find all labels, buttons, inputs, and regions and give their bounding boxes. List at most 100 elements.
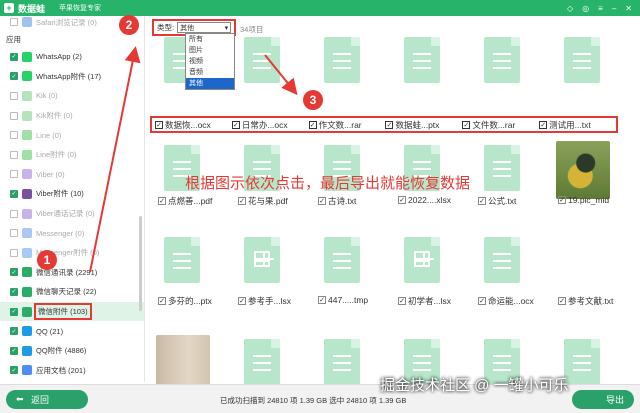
export-button[interactable]: 导出	[572, 390, 634, 409]
dropdown-option[interactable]: 所有	[186, 34, 234, 45]
sidebar-item[interactable]: Line (0)	[0, 125, 144, 145]
file-tile[interactable]	[554, 141, 612, 203]
checkbox[interactable]: ✓	[385, 120, 394, 129]
file-tile[interactable]	[554, 33, 612, 95]
minimize-icon[interactable]: –	[612, 4, 616, 13]
checkbox[interactable]: ✓	[398, 297, 406, 305]
checkbox[interactable]: ✓	[398, 196, 406, 204]
file-item[interactable]: ✓ 文件数...rar	[462, 119, 539, 131]
checkbox[interactable]: ✓	[308, 120, 317, 129]
checkbox[interactable]: ✓	[231, 120, 240, 129]
file-tile[interactable]	[474, 233, 532, 295]
file-tile[interactable]	[234, 33, 292, 95]
dropdown-option[interactable]: 音频	[186, 67, 234, 78]
dropdown-option[interactable]: 图片	[186, 45, 234, 56]
menu-icon[interactable]: ≡	[598, 4, 603, 13]
dropdown-option[interactable]: 视频	[186, 56, 234, 67]
file-item[interactable]: ✓ 数据恢...ocx	[155, 119, 232, 131]
file-caption[interactable]: ✓ 命运能...ocx	[478, 295, 534, 307]
sidebar-item[interactable]: Line附件 (0)	[0, 145, 144, 165]
checkbox[interactable]: ✓	[558, 196, 566, 204]
file-caption[interactable]: ✓ 花与果.pdf	[238, 195, 288, 207]
file-item[interactable]: ✓ 日常办...ocx	[231, 119, 309, 131]
type-select[interactable]: 其他 ▾	[177, 22, 232, 33]
file-tile[interactable]	[314, 233, 372, 295]
logo-mark-icon: +	[4, 3, 14, 13]
file-caption[interactable]: ✓ 点燃善...pdf	[158, 195, 212, 207]
checkbox[interactable]: ✓	[10, 346, 18, 355]
sidebar-item[interactable]: Viber (0)	[0, 165, 144, 185]
sidebar-item[interactable]: Kik附件 (0)	[0, 106, 144, 126]
checkbox[interactable]: ✓	[539, 120, 548, 129]
sidebar-item[interactable]: ✓ 微信聊天记录 (22)	[0, 282, 144, 302]
sidebar-item[interactable]: ✓ WhatsApp附件 (17)	[0, 67, 144, 87]
sidebar-item[interactable]: Kik (0)	[0, 86, 144, 106]
checkbox[interactable]: ✓	[10, 189, 18, 198]
checkbox[interactable]: ✓	[10, 307, 18, 316]
checkbox[interactable]	[10, 170, 18, 179]
file-caption[interactable]: ✓ 19.pic_mid	[558, 195, 609, 205]
checkbox[interactable]: ✓	[318, 296, 326, 304]
sidebar-item[interactable]: ✓ WhatsApp (2)	[0, 47, 144, 67]
checkbox[interactable]: ✓	[10, 52, 18, 61]
checkbox[interactable]: ✓	[318, 197, 326, 205]
file-tile[interactable]	[474, 33, 532, 95]
dropdown-option[interactable]: 其他	[186, 78, 234, 89]
checkbox[interactable]: ✓	[158, 197, 166, 205]
file-tile[interactable]	[234, 233, 292, 295]
sidebar-item[interactable]: ✓ 微信通讯录 (2291)	[0, 263, 144, 283]
app-name: 数据蛙	[18, 3, 46, 14]
file-name: 公式.txt	[488, 196, 517, 206]
file-caption[interactable]: ✓ 多芬的...ptx	[158, 295, 212, 307]
sidebar-item[interactable]: Messenger附件 (0)	[0, 243, 144, 263]
checkbox[interactable]: ✓	[10, 366, 18, 375]
checkbox[interactable]	[10, 229, 18, 238]
file-tile[interactable]	[314, 33, 372, 95]
file-item[interactable]: ✓ 测试用...txt	[539, 119, 616, 131]
sidebar-item[interactable]: ✓ Viber附件 (10)	[0, 184, 144, 204]
sidebar-item[interactable]: ✓ QQ (21)	[0, 321, 144, 341]
checkbox[interactable]	[10, 91, 18, 100]
file-caption[interactable]: ✓ 参考手...lsx	[238, 295, 291, 307]
sidebar-item[interactable]: ✓ QQ附件 (4886)	[0, 341, 144, 361]
close-icon[interactable]: ✕	[625, 4, 632, 13]
sidebar-item[interactable]: ✓ 应用文档 (201)	[0, 361, 144, 381]
checkbox[interactable]: ✓	[558, 297, 566, 305]
checkbox[interactable]	[10, 111, 18, 120]
checkbox[interactable]	[10, 209, 18, 218]
checkbox[interactable]: ✓	[238, 197, 246, 205]
checkbox[interactable]: ✓	[155, 120, 163, 129]
sidebar-item[interactable]: ✓ 微信附件 (103)	[0, 301, 144, 322]
checkbox[interactable]: ✓	[10, 287, 18, 296]
file-tile[interactable]	[394, 233, 452, 295]
file-item[interactable]: ✓ 作文数...rar	[308, 119, 386, 131]
file-caption[interactable]: ✓ 公式.txt	[478, 195, 516, 207]
file-caption[interactable]: ✓ 447.....tmp	[318, 295, 368, 305]
checkbox[interactable]: ✓	[238, 297, 246, 305]
file-tile[interactable]	[394, 33, 452, 95]
sidebar-item[interactable]: Messenger (0)	[0, 223, 144, 243]
checkbox[interactable]: ✓	[478, 297, 486, 305]
file-tile[interactable]	[474, 141, 532, 203]
checkbox[interactable]: ✓	[10, 72, 18, 81]
chat-icon[interactable]: ◎	[582, 4, 589, 13]
checkbox[interactable]: ✓	[10, 327, 18, 336]
file-item[interactable]: ✓ 数据蛙...ptx	[385, 119, 462, 131]
file-caption[interactable]: ✓ 2022....xlsx	[398, 195, 451, 205]
file-caption[interactable]: ✓ 古诗.txt	[318, 195, 356, 207]
sidebar-item[interactable]: Viber通话记录 (0)	[0, 204, 144, 224]
sidebar-scrollbar[interactable]	[139, 216, 142, 311]
file-caption[interactable]: ✓ 参考文献.txt	[558, 295, 613, 307]
diamond-icon[interactable]: ◇	[567, 4, 573, 13]
file-tile[interactable]	[154, 233, 212, 295]
checkbox[interactable]: ✓	[462, 120, 471, 129]
checkbox[interactable]	[10, 18, 18, 26]
checkbox[interactable]	[10, 131, 18, 140]
back-button[interactable]: ⬅ 返回	[6, 390, 88, 409]
checkbox[interactable]: ✓	[158, 297, 166, 305]
file-caption[interactable]: ✓ 初学者...lsx	[398, 295, 451, 307]
checkbox[interactable]	[10, 248, 18, 257]
checkbox[interactable]	[10, 150, 18, 159]
checkbox[interactable]: ✓	[478, 197, 486, 205]
checkbox[interactable]: ✓	[10, 268, 18, 277]
